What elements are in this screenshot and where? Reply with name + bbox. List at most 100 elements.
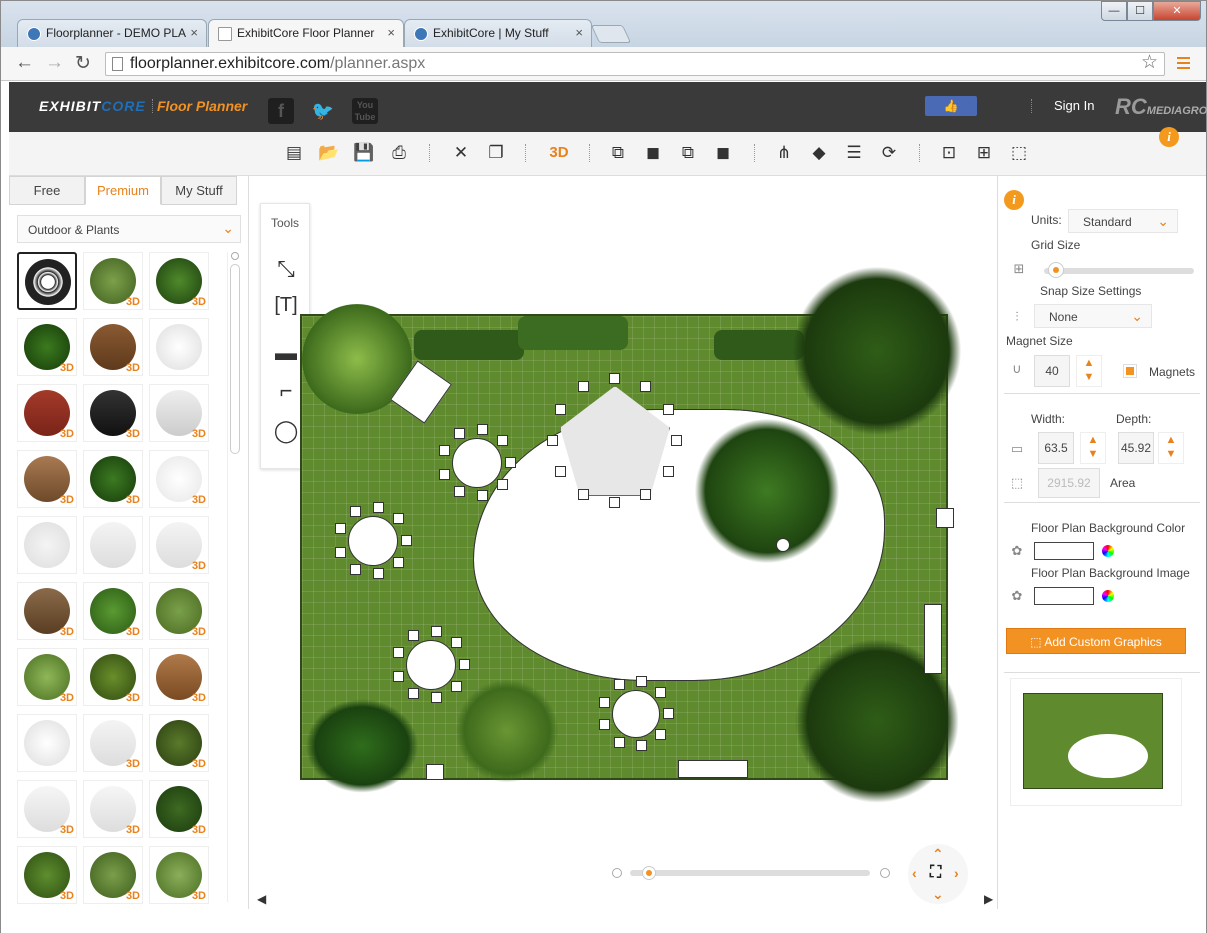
chair[interactable] [430, 625, 442, 637]
chair[interactable] [393, 513, 405, 525]
chair[interactable] [662, 404, 674, 415]
palm-tree[interactable] [452, 676, 562, 786]
bg-color-swatch[interactable] [1034, 542, 1094, 560]
close-tab-icon[interactable]: × [575, 25, 583, 40]
round-table[interactable] [348, 516, 398, 566]
group-icon[interactable]: ⊡ [938, 142, 960, 164]
new-document-icon[interactable]: ▤ [283, 142, 305, 164]
bring-forward-icon[interactable]: ◼ [642, 142, 664, 164]
exhibitcore-logo[interactable]: EXHIBITCORE [39, 98, 146, 114]
fit-screen-icon[interactable]: ⛶ [930, 864, 941, 882]
bench[interactable] [678, 760, 748, 778]
chair[interactable] [430, 692, 442, 704]
library-item[interactable]: 3D [17, 318, 77, 376]
library-item[interactable] [17, 516, 77, 574]
chair[interactable] [609, 497, 620, 508]
library-item[interactable]: 3D [83, 780, 143, 838]
chair[interactable] [408, 688, 419, 700]
library-item[interactable]: 3D [149, 450, 209, 508]
library-item[interactable]: 3D [83, 714, 143, 772]
magnets-checkbox[interactable] [1123, 364, 1137, 378]
url-field[interactable]: floorplanner.exhibitcore.com/planner.asp… [105, 52, 1165, 76]
library-item[interactable]: 3D [83, 318, 143, 376]
pan-down-icon[interactable]: ⌄ [932, 886, 944, 903]
chair[interactable] [635, 675, 647, 687]
library-item[interactable]: 3D [17, 582, 77, 640]
share-icon[interactable]: ⋔ [773, 142, 795, 164]
chair[interactable] [335, 523, 347, 535]
library-item[interactable]: 3D [149, 780, 209, 838]
hedge[interactable] [714, 330, 804, 360]
minimize-button[interactable]: — [1101, 1, 1127, 21]
pan-right-icon[interactable]: › [954, 865, 959, 881]
send-backward-icon[interactable]: ⧉ [677, 142, 699, 164]
round-table[interactable] [406, 640, 456, 690]
info-icon[interactable]: i [1159, 127, 1179, 147]
chair[interactable] [393, 647, 405, 659]
chair[interactable] [439, 445, 451, 457]
library-item[interactable]: 3D [149, 582, 209, 640]
wall-tool-icon[interactable]: ▬ [271, 338, 301, 368]
chair[interactable] [505, 457, 516, 468]
info-icon[interactable]: i [1004, 190, 1024, 210]
palm-tree[interactable] [792, 266, 962, 436]
room-tool-icon[interactable]: ⌐ [271, 376, 301, 406]
chair[interactable] [635, 740, 647, 752]
planter[interactable] [518, 316, 628, 350]
color-wheel-icon[interactable] [1102, 590, 1114, 602]
send-to-back-icon[interactable]: ◼ [712, 142, 734, 164]
chair[interactable] [662, 466, 674, 477]
chair[interactable] [497, 435, 509, 447]
minimap[interactable] [1010, 678, 1182, 806]
hedge[interactable] [414, 330, 524, 360]
library-item[interactable]: 3D [83, 582, 143, 640]
close-window-button[interactable]: ✕ [1153, 1, 1201, 21]
chair[interactable] [609, 373, 620, 384]
chair[interactable] [393, 556, 405, 568]
shape-tool-icon[interactable]: ◯ [271, 416, 301, 446]
chair[interactable] [401, 535, 412, 546]
chair[interactable] [454, 486, 465, 498]
chair[interactable] [439, 468, 451, 480]
snap-size-select[interactable]: None ⌄ [1034, 304, 1152, 328]
print-icon[interactable]: ⎙ [388, 142, 410, 164]
magnet-size-input[interactable]: 40 [1034, 355, 1070, 387]
bench[interactable] [924, 604, 942, 674]
close-tab-icon[interactable]: × [387, 25, 395, 40]
bring-to-front-icon[interactable]: ⧉ [607, 142, 629, 164]
chair[interactable] [655, 686, 667, 698]
maximize-button[interactable]: ☐ [1127, 1, 1153, 21]
chair[interactable] [640, 381, 651, 393]
chair[interactable] [613, 736, 625, 748]
palm-tree[interactable] [692, 416, 842, 566]
chair[interactable] [476, 490, 488, 502]
depth-input[interactable]: 45.92 [1118, 432, 1154, 464]
bookmark-star-icon[interactable]: ☆ [1141, 51, 1158, 74]
add-custom-graphics-button[interactable]: ⬚ Add Custom Graphics [1006, 628, 1186, 654]
library-item[interactable]: 3D [149, 714, 209, 772]
tab-exhibitcore-my-stuff[interactable]: ExhibitCore | My Stuff × [404, 19, 592, 47]
pan-up-icon[interactable]: ⌃ [932, 846, 944, 863]
chair[interactable] [335, 546, 347, 558]
delete-icon[interactable]: ✕ [450, 142, 472, 164]
plant[interactable] [302, 696, 422, 796]
drain[interactable] [776, 538, 790, 552]
chair[interactable] [578, 488, 589, 500]
forward-icon[interactable]: → [45, 52, 64, 74]
grid-size-track[interactable] [1044, 268, 1194, 274]
copy-icon[interactable]: ❐ [485, 142, 507, 164]
width-stepper[interactable]: ▲ ▼ [1080, 432, 1106, 464]
layers-icon[interactable]: ◆ [808, 142, 830, 164]
chair[interactable] [350, 564, 361, 576]
rotate-icon[interactable]: ⟳ [878, 142, 900, 164]
browser-menu-icon[interactable] [1177, 57, 1190, 72]
chair[interactable] [408, 629, 419, 641]
chair[interactable] [547, 435, 558, 446]
youtube-icon[interactable]: You Tube [352, 98, 378, 124]
tab-free[interactable]: Free [9, 176, 85, 205]
list-icon[interactable]: ☰ [843, 142, 865, 164]
chair[interactable] [372, 501, 384, 513]
chair[interactable] [555, 466, 567, 477]
text-tool-icon[interactable]: [T] [271, 290, 301, 320]
chair[interactable] [655, 729, 667, 741]
